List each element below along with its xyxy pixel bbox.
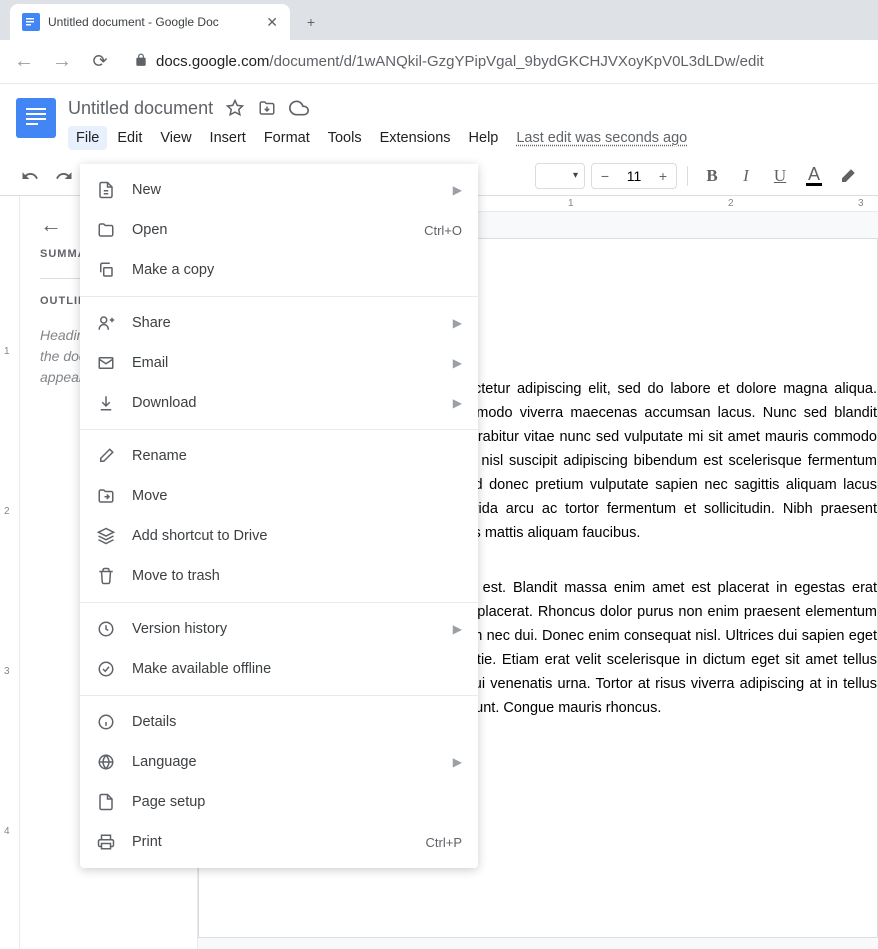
text-color-button[interactable]: A	[800, 162, 828, 190]
print-icon	[96, 833, 116, 851]
browser-tab-title: Untitled document - Google Doc	[48, 15, 258, 29]
menu-language[interactable]: Language ▶	[80, 742, 478, 782]
star-icon[interactable]	[225, 98, 245, 118]
offline-icon	[96, 660, 116, 678]
menu-details[interactable]: Details	[80, 702, 478, 742]
copy-icon	[96, 261, 116, 279]
menu-page-setup[interactable]: Page setup	[80, 782, 478, 822]
forward-button: →	[48, 50, 76, 73]
font-size-stepper[interactable]: − +	[591, 163, 677, 189]
globe-icon	[96, 753, 116, 771]
info-icon	[96, 713, 116, 731]
tab-close-icon[interactable]: ✕	[266, 14, 278, 31]
chevron-right-icon: ▶	[453, 356, 462, 370]
menu-tools[interactable]: Tools	[320, 126, 370, 150]
menu-move-trash[interactable]: Move to trash	[80, 556, 478, 596]
undo-button[interactable]	[16, 162, 44, 190]
menu-email[interactable]: Email ▶	[80, 343, 478, 383]
menu-file[interactable]: File	[68, 126, 107, 150]
menu-move[interactable]: Move	[80, 476, 478, 516]
lock-icon	[134, 53, 148, 70]
chevron-right-icon: ▶	[453, 316, 462, 330]
style-select[interactable]	[535, 163, 585, 189]
folder-icon	[96, 221, 116, 239]
menu-share[interactable]: Share ▶	[80, 303, 478, 343]
docs-logo[interactable]	[16, 98, 56, 138]
menu-extensions[interactable]: Extensions	[372, 126, 459, 150]
font-size-input[interactable]	[618, 168, 650, 184]
person-add-icon	[96, 314, 116, 332]
menu-format[interactable]: Format	[256, 126, 318, 150]
menu-download[interactable]: Download ▶	[80, 383, 478, 423]
menu-make-copy[interactable]: Make a copy	[80, 250, 478, 290]
browser-toolbar: ← → ⟳ docs.google.com/document/d/1wANQki…	[0, 40, 878, 84]
menu-print[interactable]: Print Ctrl+P	[80, 822, 478, 862]
redo-button[interactable]	[50, 162, 78, 190]
address-bar[interactable]: docs.google.com/document/d/1wANQkil-GzgY…	[124, 53, 868, 70]
move-to-folder-icon[interactable]	[257, 98, 277, 118]
menu-add-shortcut[interactable]: Add shortcut to Drive	[80, 516, 478, 556]
shortcut-icon	[96, 527, 116, 545]
menu-edit[interactable]: Edit	[109, 126, 150, 150]
docs-favicon	[22, 13, 40, 31]
document-title[interactable]: Untitled document	[68, 98, 213, 119]
font-size-plus[interactable]: +	[650, 168, 676, 184]
vertical-ruler: 1 2 3 4	[0, 196, 20, 949]
menu-rename[interactable]: Rename	[80, 436, 478, 476]
menu-version-history[interactable]: Version history ▶	[80, 609, 478, 649]
menubar: File Edit View Insert Format Tools Exten…	[68, 126, 862, 150]
move-icon	[96, 487, 116, 505]
docs-header: Untitled document File Edit View Insert …	[0, 84, 878, 150]
menu-offline[interactable]: Make available offline	[80, 649, 478, 689]
edit-icon	[96, 447, 116, 465]
chevron-right-icon: ▶	[453, 183, 462, 197]
menu-help[interactable]: Help	[461, 126, 507, 150]
chevron-right-icon: ▶	[453, 396, 462, 410]
page-icon	[96, 793, 116, 811]
underline-button[interactable]: U	[766, 162, 794, 190]
font-size-minus[interactable]: −	[592, 168, 618, 184]
trash-icon	[96, 567, 116, 585]
document-icon	[96, 181, 116, 199]
cloud-status-icon[interactable]	[289, 98, 309, 118]
highlight-button[interactable]	[834, 162, 862, 190]
email-icon	[96, 354, 116, 372]
menu-insert[interactable]: Insert	[202, 126, 254, 150]
italic-button[interactable]: I	[732, 162, 760, 190]
browser-tab-strip: Untitled document - Google Doc ✕ +	[0, 0, 878, 40]
menu-new[interactable]: New ▶	[80, 170, 478, 210]
menu-view[interactable]: View	[152, 126, 199, 150]
file-menu-dropdown: New ▶ Open Ctrl+O Make a copy Share ▶ Em…	[80, 164, 478, 868]
chevron-right-icon: ▶	[453, 622, 462, 636]
back-button[interactable]: ←	[10, 50, 38, 73]
menu-open[interactable]: Open Ctrl+O	[80, 210, 478, 250]
download-icon	[96, 394, 116, 412]
last-edit-link[interactable]: Last edit was seconds ago	[516, 130, 687, 146]
reload-button[interactable]: ⟳	[86, 51, 114, 72]
chevron-right-icon: ▶	[453, 755, 462, 769]
bold-button[interactable]: B	[698, 162, 726, 190]
browser-tab[interactable]: Untitled document - Google Doc ✕	[10, 4, 290, 40]
history-icon	[96, 620, 116, 638]
new-tab-button[interactable]: +	[296, 7, 326, 37]
url-text: docs.google.com/document/d/1wANQkil-GzgY…	[156, 53, 764, 70]
